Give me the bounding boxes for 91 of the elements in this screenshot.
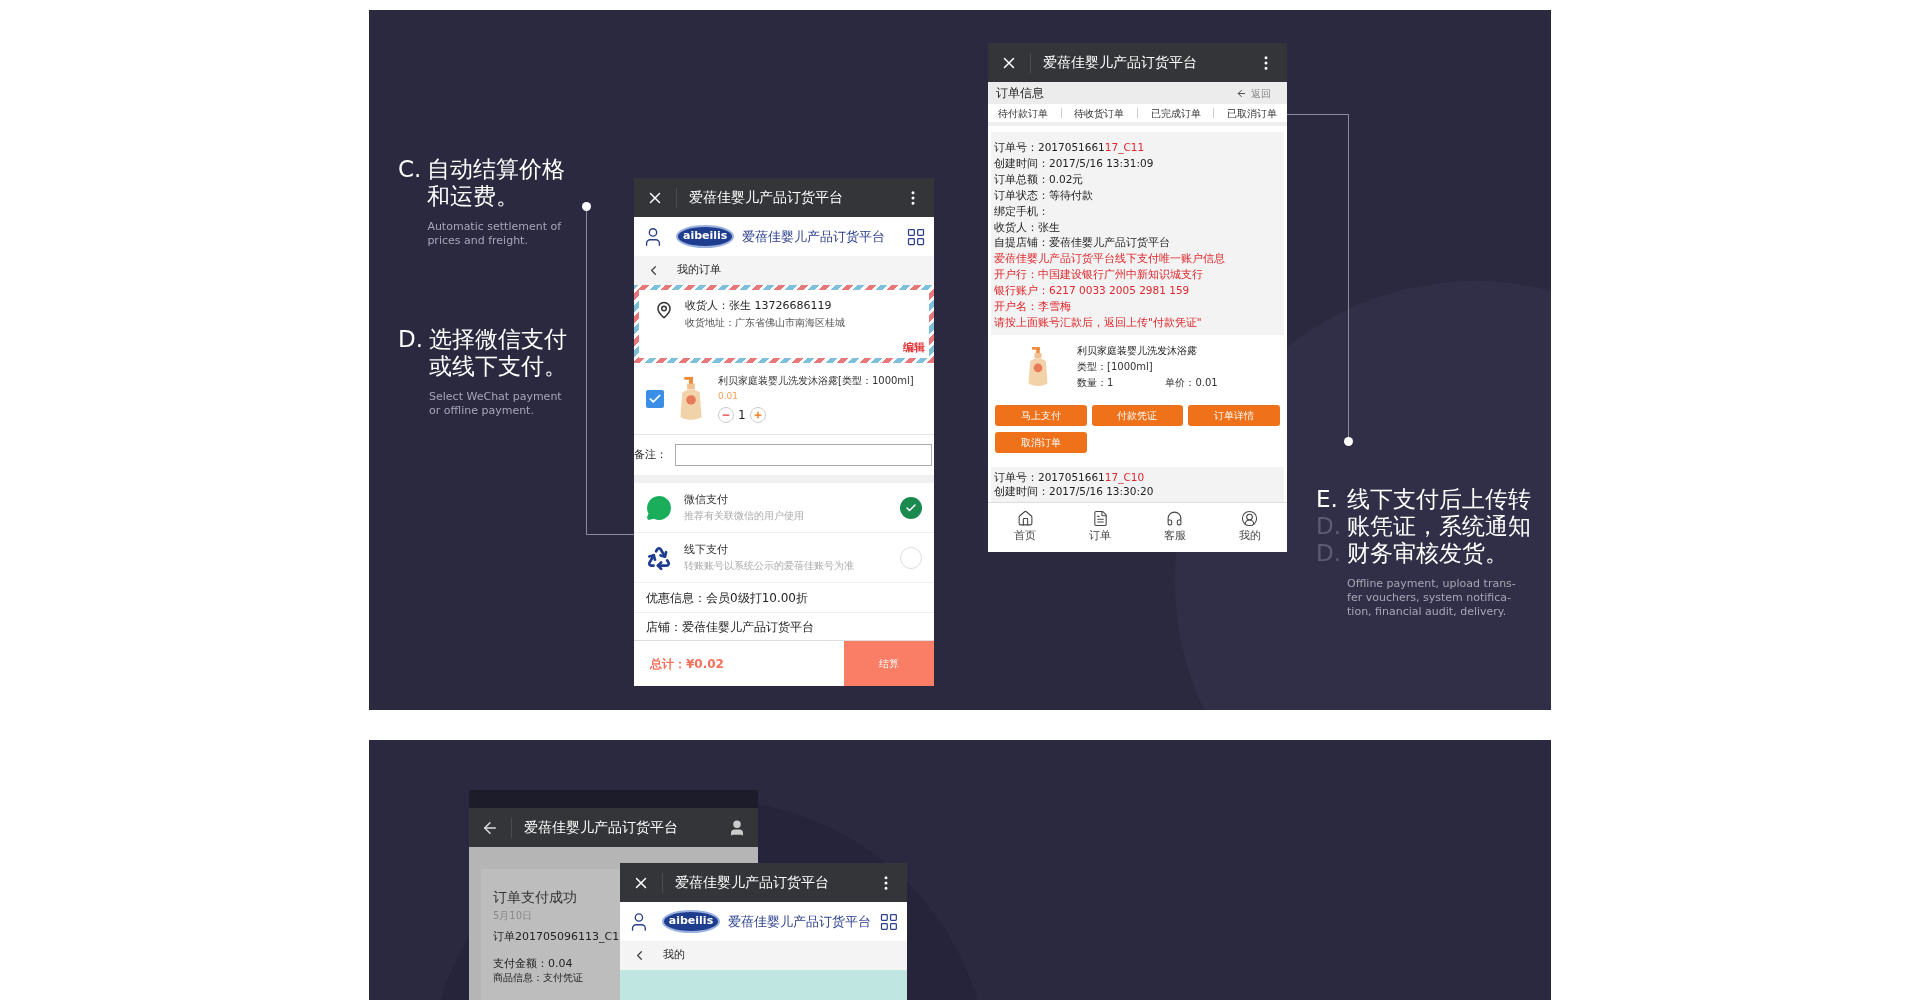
- section-title: 订单信息: [996, 85, 1045, 102]
- payment-name: 微信支付: [684, 491, 729, 508]
- nav-item[interactable]: 首页: [988, 503, 1063, 552]
- payment-option[interactable]: 微信支付 推荐有关联微信的用户使用: [634, 483, 934, 533]
- plus-icon: [752, 409, 763, 420]
- edit-link[interactable]: 编辑: [903, 339, 925, 356]
- feature-title: 线下支付后上传转: [1347, 486, 1532, 513]
- feature-description: or offline payment.: [429, 404, 535, 418]
- recycle-icon: [646, 544, 672, 571]
- feature-title: 财务审核发货。: [1347, 540, 1510, 567]
- order-info-line: 绑定手机：: [994, 203, 1050, 219]
- order-tab[interactable]: 待付款订单: [998, 105, 1049, 121]
- product-name: 利贝家庭装婴儿洗发沐浴露: [1077, 344, 1198, 359]
- brand-logo: aibeilis: [661, 910, 721, 933]
- order-info-line: 订单状态：等待付款: [994, 187, 1094, 203]
- product-quantity: 数量：1: [1077, 376, 1114, 391]
- app-title: 爱蓓佳婴儿产品订货平台: [675, 873, 830, 892]
- home-icon: [1016, 510, 1034, 528]
- total-amount: 总计：¥0.02: [650, 655, 724, 673]
- discount-text: 优惠信息：会员0级打10.00折: [646, 589, 808, 607]
- feature-title: 选择微信支付: [429, 326, 568, 353]
- address-text: 收货地址：广东省佛山市南海区桂城: [685, 315, 845, 330]
- goods-info: 商品信息：支付凭证: [493, 972, 583, 984]
- app-title: 爱蓓佳婴儿产品订货平台: [689, 188, 844, 207]
- remark-label: 备注：: [634, 446, 667, 463]
- profile-icon: [1241, 510, 1259, 528]
- page-title: 我的: [663, 947, 685, 964]
- payment-radio[interactable]: [900, 496, 922, 519]
- quantity-value: 1: [738, 406, 746, 424]
- order-info-line: 创建时间：2017/5/16 13:31:09: [994, 155, 1155, 171]
- payment-radio[interactable]: [900, 546, 922, 569]
- brand-logo: aibeilis: [676, 225, 735, 248]
- feature-description: prices and freight.: [427, 234, 529, 248]
- nav-item[interactable]: 订单: [1062, 503, 1138, 552]
- payment-name: 线下支付: [684, 541, 729, 558]
- feature-letter: E.: [1316, 486, 1339, 513]
- product-price: 单价：0.01: [1165, 376, 1218, 391]
- feature-description: Select WeChat payment: [429, 390, 563, 404]
- store-text: 店铺：爱蓓佳婴儿产品订货平台: [646, 618, 814, 636]
- order-info-line: 请按上面账号汇款后，返回上传"付款凭证": [994, 314, 1203, 330]
- order-info-line: 订单号：201705166117_C11: [994, 140, 1146, 156]
- payment-hint: 推荐有关联微信的用户使用: [684, 509, 805, 524]
- app-title: 爱蓓佳婴儿产品订货平台: [1043, 53, 1198, 72]
- product-type: 类型：[1000ml]: [1077, 360, 1154, 375]
- order-info-line: 开户行：中国建设银行广州中新知识城支行: [994, 267, 1204, 283]
- notice-title: 订单支付成功: [493, 888, 577, 907]
- product-checkbox[interactable]: [646, 389, 664, 408]
- order-info-line: 爱蓓佳婴儿产品订货平台线下支付唯一账户信息: [994, 251, 1226, 267]
- payment-option[interactable]: 线下支付 转账账号以系统公示的爱蓓佳账号为准: [634, 533, 934, 583]
- product-name: 利贝家庭装婴儿洗发沐浴露[类型：1000ml]: [718, 374, 915, 389]
- feature-description: fer vouchers, system notifica-: [1347, 591, 1512, 605]
- feature-description: Offline payment, upload trans-: [1347, 577, 1517, 591]
- feature-description: Automatic settlement of: [427, 220, 563, 234]
- order-info-line: 创建时间：2017/5/16 13:30:20: [994, 484, 1155, 498]
- order-tab[interactable]: 待收货订单: [1074, 105, 1125, 121]
- order-tab[interactable]: 已完成订单: [1150, 105, 1201, 121]
- nav-item[interactable]: 客服: [1137, 503, 1213, 552]
- feature-title: 账凭证，系统通知: [1347, 513, 1532, 540]
- service-icon: [1166, 510, 1184, 528]
- nav-item[interactable]: 我的: [1212, 503, 1287, 552]
- feature-title: 自动结算价格: [427, 156, 566, 183]
- order-info-line: 订单总额：0.02元: [994, 171, 1085, 187]
- feature-title: 和运费。: [427, 183, 521, 210]
- brand-name: 爱蓓佳婴儿产品订货平台: [728, 912, 872, 931]
- payment-hint: 转账账号以系统公示的爱蓓佳账号为准: [684, 559, 855, 574]
- order-info-line: 收货人：张生: [994, 219, 1061, 235]
- feature-letter: C.: [398, 156, 422, 183]
- product-price: 0.01: [718, 390, 740, 404]
- user-icon[interactable]: [728, 818, 746, 837]
- page-title: 我的订单: [677, 262, 721, 279]
- receiver-text: 收货人：张生 13726686119: [685, 298, 833, 314]
- grid-icon[interactable]: [879, 911, 899, 932]
- brand-name: 爱蓓佳婴儿产品订货平台: [742, 227, 887, 246]
- orders-icon: [1091, 510, 1109, 528]
- grid-icon[interactable]: [906, 226, 926, 247]
- order-info-line: 银行账户：6217 0033 2005 2981 159: [994, 283, 1191, 299]
- order-info-line: 自提店铺：爱蓓佳婴儿产品订货平台: [994, 235, 1171, 251]
- feature-letter: D.: [398, 326, 424, 353]
- order-tab[interactable]: 已取消订单: [1226, 105, 1277, 121]
- back-arrow-icon[interactable]: [1236, 87, 1247, 99]
- check-icon: [905, 501, 917, 514]
- app-title: 爱蓓佳婴儿产品订货平台: [524, 818, 679, 837]
- feature-description: tion, financial audit, delivery.: [1347, 605, 1508, 619]
- feature-title: 或线下支付。: [429, 353, 568, 380]
- chat-bubble-icon: [646, 494, 672, 521]
- payment-amount: 支付金额：0.04: [493, 955, 573, 972]
- order-number: 订单201705096113_C1: [493, 929, 620, 945]
- order-info-line: 开户名：李雪梅: [994, 299, 1072, 315]
- order-info-line: 订单号：201705166117_C10: [994, 469, 1146, 484]
- remark-input[interactable]: [675, 444, 932, 466]
- location-icon: [655, 301, 673, 319]
